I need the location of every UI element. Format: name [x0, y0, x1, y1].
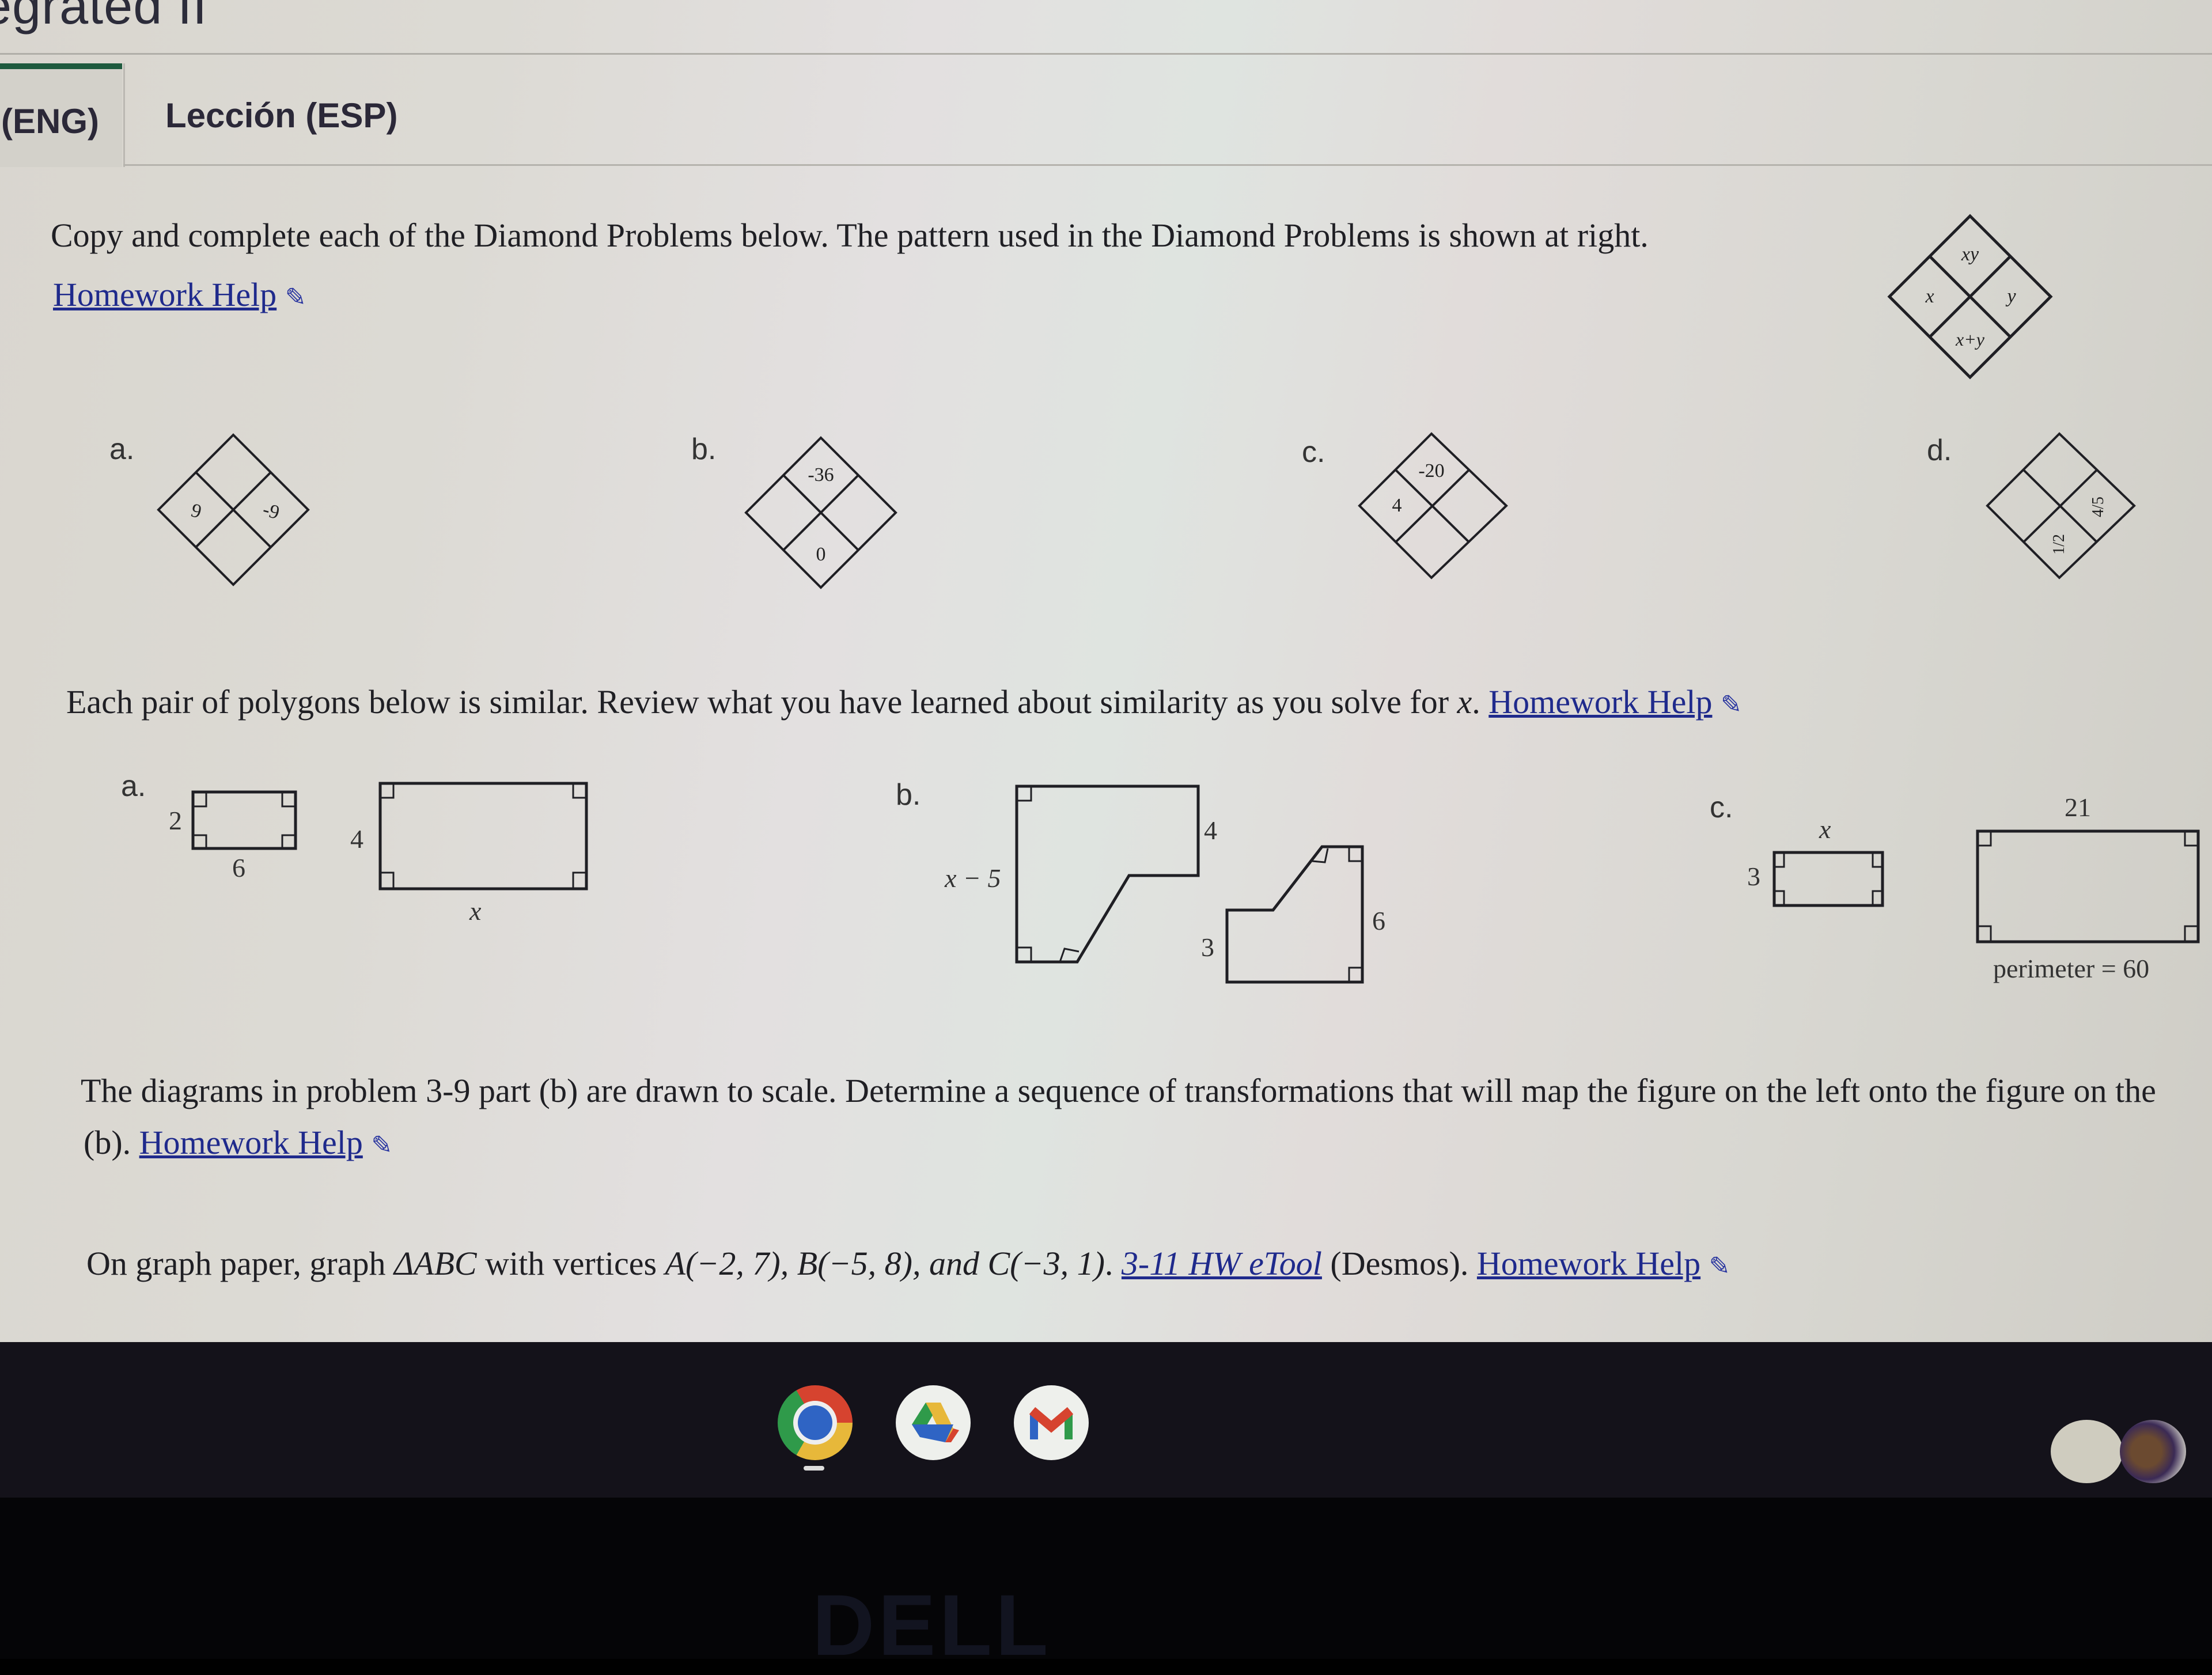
running-indicator	[804, 1466, 824, 1471]
similarity-a-large-rect	[378, 782, 588, 890]
pattern-bottom: x+y	[1955, 329, 1985, 350]
similarity-b-left-figure	[1015, 785, 1200, 964]
drive-logo	[912, 1403, 959, 1442]
gmail-logo	[1029, 1407, 1074, 1439]
pattern-top: xy	[1961, 244, 1979, 265]
sim-c-large-top: 21	[2065, 793, 2091, 822]
sim-a-large-bottom: x	[469, 896, 482, 926]
similarity-part-b-label: b.	[896, 778, 921, 812]
chrome-icon[interactable]	[778, 1385, 853, 1460]
pattern-left: x	[1925, 286, 1934, 307]
diamond-a-right: -9	[260, 499, 282, 524]
diamond-prompt: Copy and complete each of the Diamond Pr…	[51, 217, 1649, 254]
pencil-icon: ✎	[285, 283, 306, 312]
diamond-part-d: 4/5 1/2	[1986, 432, 2136, 579]
diamond-part-a-label: a.	[109, 433, 135, 466]
sim-c-small-side: 3	[1747, 862, 1760, 891]
similarity-c-large-rect	[1976, 829, 2200, 943]
homework-help-link[interactable]: Homework Help	[139, 1124, 363, 1161]
diamond-b-top: -36	[808, 464, 834, 486]
graph-prompt-dot: .	[1104, 1245, 1122, 1282]
transformations-prompt: The diagrams in problem 3-9 part (b) are…	[81, 1072, 2156, 1109]
etool-suffix: (Desmos).	[1321, 1245, 1477, 1282]
homework-help-link[interactable]: Homework Help	[53, 276, 276, 313]
sim-c-small-top: x	[1819, 814, 1831, 844]
diamond-part-a: 9 -9	[157, 433, 310, 586]
sim-b-left-right: 4	[1204, 816, 1217, 845]
diamond-part-c: -20 4	[1358, 432, 1508, 579]
transformations-part: (b).	[84, 1124, 139, 1161]
diamond-d-bottom: 1/2	[2050, 534, 2068, 555]
similarity-prompt-end: .	[1472, 683, 1480, 721]
status-pill[interactable]	[2051, 1420, 2123, 1483]
diamond-b-bottom: 0	[816, 544, 826, 565]
diamond-a-left: 9	[189, 500, 204, 523]
diamond-homework-help[interactable]: Homework Help ✎	[53, 275, 306, 314]
sim-b-right-left: 3	[1201, 933, 1214, 962]
diamond-pattern: xy x y x+y	[1887, 214, 2053, 380]
shelf	[0, 1342, 2212, 1498]
course-title: egrated II	[0, 0, 208, 35]
graph-prompt: On graph paper, graph ΔABC with vertices…	[86, 1244, 1730, 1283]
tab-eng[interactable]: (ENG)	[0, 63, 122, 167]
drive-icon[interactable]	[896, 1385, 971, 1460]
similarity-a-small-rect	[191, 790, 297, 850]
pencil-icon: ✎	[1720, 691, 1742, 719]
sim-a-small-side: 2	[169, 806, 182, 835]
transformations-line2: (b). Homework Help ✎	[84, 1123, 392, 1162]
similarity-prompt: Each pair of polygons below is similar. …	[66, 683, 1742, 721]
laptop-bezel	[0, 1498, 2212, 1659]
diamond-part-d-label: d.	[1927, 434, 1952, 467]
homework-help-link[interactable]: Homework Help	[1477, 1245, 1700, 1282]
pattern-right: y	[2005, 286, 2016, 307]
graph-prompt-mid: with vertices	[476, 1245, 665, 1282]
similarity-part-c-label: c.	[1710, 791, 1733, 824]
graph-vertices: A(−2, 7), B(−5, 8), and C(−3, 1)	[665, 1245, 1105, 1282]
pencil-icon: ✎	[1709, 1252, 1730, 1280]
avatar[interactable]	[2120, 1420, 2186, 1483]
similarity-prompt-text: Each pair of polygons below is similar. …	[66, 683, 1457, 721]
gmail-icon[interactable]	[1014, 1385, 1089, 1460]
diamond-part-b-label: b.	[691, 433, 717, 466]
tab-esp-label: Lección (ESP)	[165, 96, 398, 135]
sim-a-small-bottom: 6	[232, 853, 245, 882]
status-tray[interactable]	[2051, 1420, 2195, 1483]
diamond-d-right: 4/5	[2089, 497, 2107, 517]
diamond-c-left: 4	[1392, 495, 1402, 516]
sim-b-right-right: 6	[1372, 906, 1385, 935]
similarity-c-small-rect	[1772, 851, 1884, 907]
graph-prompt-start: On graph paper, graph	[86, 1245, 394, 1282]
tab-eng-label: (ENG)	[1, 101, 99, 141]
tab-esp[interactable]: Lección (ESP)	[123, 63, 397, 167]
similarity-b-right-figure	[1225, 845, 1364, 984]
graph-triangle: ΔABC	[393, 1245, 477, 1282]
sim-a-large-side: 4	[350, 824, 363, 854]
diamond-part-b: -36 0	[744, 436, 897, 589]
lesson-tabs: (ENG) Lección (ESP)	[0, 63, 2212, 167]
homework-help-link[interactable]: Homework Help	[1488, 683, 1712, 721]
diamond-c-top: -20	[1418, 460, 1444, 482]
sim-c-perimeter: perimeter = 60	[1993, 954, 2150, 983]
screen: egrated II (ENG) Lección (ESP) Copy and …	[0, 0, 2212, 1400]
tabs-divider	[123, 164, 2212, 166]
dell-logo: DELL	[812, 1577, 1052, 1673]
diamond-part-c-label: c.	[1302, 435, 1325, 469]
header-divider	[0, 53, 2212, 55]
pencil-icon: ✎	[371, 1131, 393, 1159]
etool-link[interactable]: 3-11 HW eTool	[1122, 1245, 1322, 1282]
sim-b-left-side: x − 5	[945, 863, 1001, 893]
similarity-variable: x	[1457, 683, 1472, 721]
similarity-part-a-label: a.	[121, 770, 146, 803]
